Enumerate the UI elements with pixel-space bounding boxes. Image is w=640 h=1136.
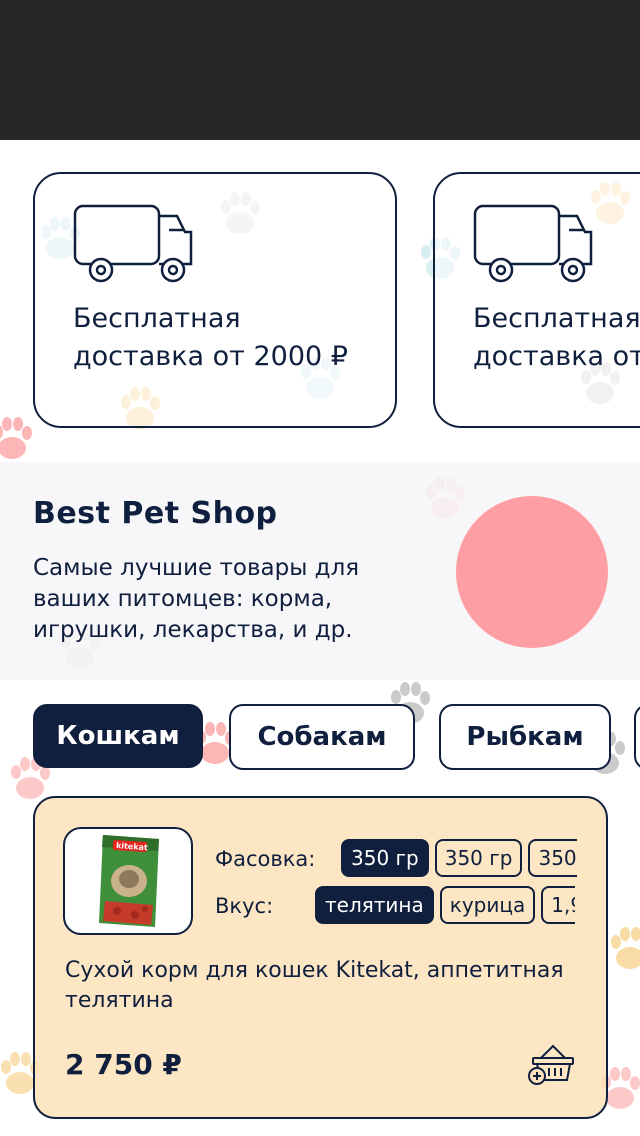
promo-text: Бесплатная доставка от 2000 ₽ — [73, 303, 348, 372]
shop-title: Best Pet Shop — [33, 496, 278, 531]
package-label: Фасовка: — [215, 847, 316, 871]
add-to-cart-icon[interactable] — [527, 1044, 577, 1086]
tab-dogs[interactable]: Собакам — [229, 704, 415, 770]
product-image[interactable]: kitekat — [63, 827, 193, 935]
tab-fish[interactable]: Рыбкам — [439, 704, 611, 770]
product-card[interactable]: kitekat Фасовка: 350 гр 350 гр 350 гр Вк… — [33, 796, 608, 1119]
promo-card-delivery[interactable]: Бесплатная доставка от 2000 ₽ — [33, 172, 397, 428]
package-option[interactable]: 350 гр — [434, 839, 523, 877]
flavor-options: Вкус: — [215, 886, 283, 926]
hero-decoration-circle — [456, 496, 608, 648]
promo-text: Бесплатная доставка от 2000 ₽ — [473, 303, 640, 372]
flavor-option[interactable]: курица — [439, 886, 536, 924]
package-option-selected[interactable]: 350 гр — [341, 839, 429, 877]
truck-icon — [473, 204, 593, 283]
product-name[interactable]: Сухой корм для кошек Kitekat, аппетитная… — [65, 956, 565, 1016]
truck-icon — [73, 204, 193, 283]
flavor-option-selected[interactable]: телятина — [315, 886, 434, 924]
shop-description: Самые лучшие товары для ваших питомцев: … — [33, 555, 360, 643]
flavor-label: Вкус: — [215, 894, 274, 918]
category-tabs: Кошкам Собакам Рыбкам — [0, 704, 640, 774]
top-bar — [0, 0, 640, 140]
promo-carousel[interactable]: Бесплатная доставка от 2000 ₽ Бесплатная… — [0, 172, 640, 434]
tab-cats[interactable]: Кошкам — [33, 704, 203, 768]
product-price: 2 750 ₽ — [65, 1048, 182, 1081]
package-options: Фасовка: — [215, 839, 325, 879]
promo-card-delivery-2[interactable]: Бесплатная доставка от 2000 ₽ — [433, 172, 640, 428]
flavor-option[interactable]: 1,9 — [541, 886, 575, 924]
tab-more[interactable] — [634, 704, 640, 770]
package-option[interactable]: 350 гр — [528, 839, 577, 877]
